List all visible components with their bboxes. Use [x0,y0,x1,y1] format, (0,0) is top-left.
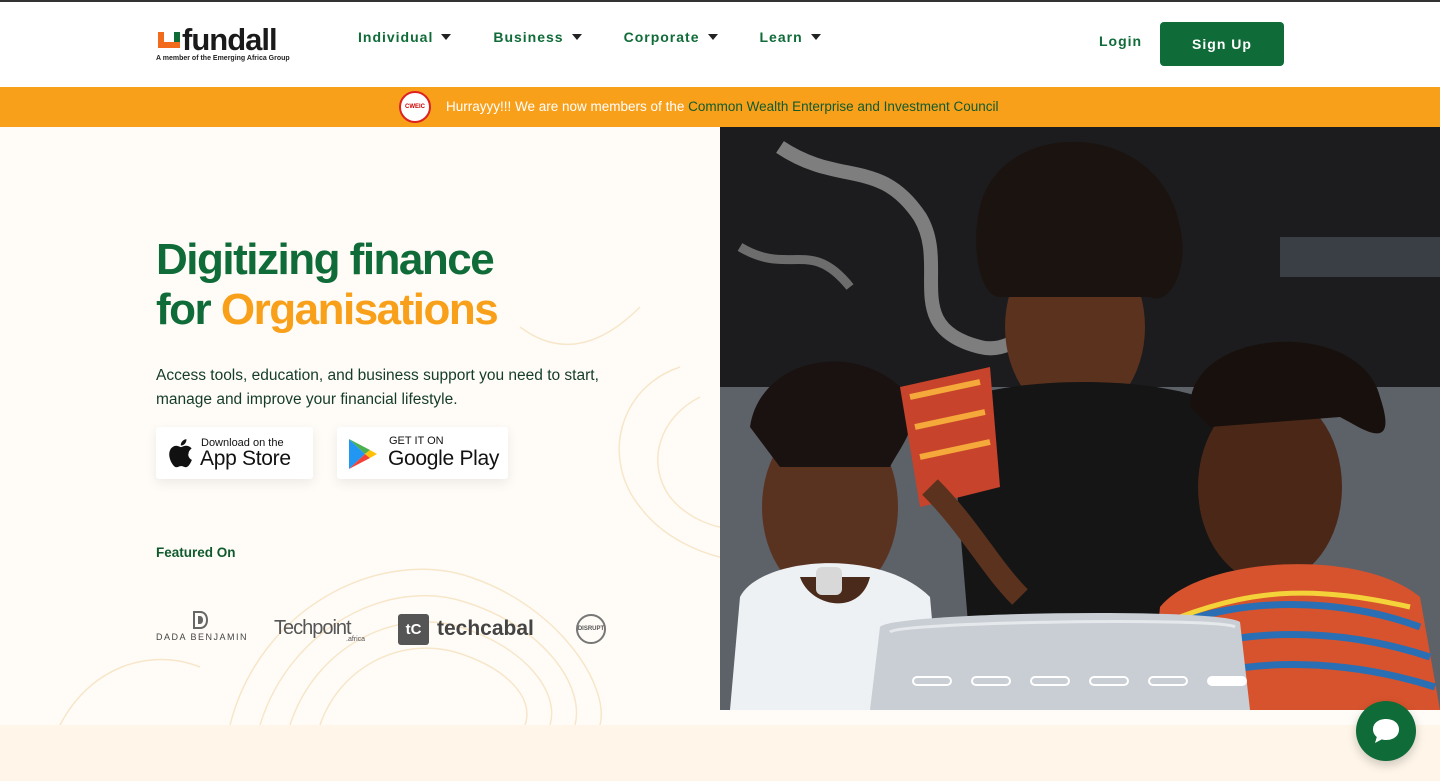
caret-down-icon [810,34,821,40]
cweic-badge-text: CWEIC [405,104,425,110]
nav-individual-label: Individual [358,29,434,45]
carousel-dot-2[interactable] [971,676,1011,686]
caret-down-icon [707,34,718,40]
hero-title-accent: Organisations [220,285,499,334]
caret-down-icon [571,34,582,40]
disrupt-icon: DISRUPT [576,614,606,644]
hero-title-for: for [156,285,221,334]
fundall-logo[interactable]: fundall A member of the Emerging Africa … [156,22,306,66]
main-nav: Individual Business Corporate Learn [358,29,863,45]
nav-learn-label: Learn [759,29,803,45]
nav-corporate[interactable]: Corporate [624,29,718,45]
carousel-dot-3[interactable] [1030,676,1070,686]
nav-corporate-label: Corporate [623,29,700,45]
site-header: fundall A member of the Emerging Africa … [0,2,1440,87]
nav-learn[interactable]: Learn [760,29,821,45]
google-play-small-text: GET IT ON [389,435,444,447]
logo-tagline: A member of the Emerging Africa Group [156,55,290,62]
caret-down-icon [441,34,452,40]
carousel-dot-1[interactable] [912,676,952,686]
disrupt-text: DISRUPT [577,626,605,632]
hero-description: Access tools, education, and business su… [156,367,599,408]
cweic-badge-icon: CWEIC [399,91,431,123]
hero-title-line1: Digitizing finance [156,235,495,284]
login-link[interactable]: Login [1099,33,1142,49]
dada-benjamin-text: DADA BENJAMIN [156,632,249,642]
app-store-button[interactable]: Download on the App Store [156,427,313,479]
chat-bubble-icon [1373,719,1399,743]
google-play-big-text: Google Play [388,447,500,470]
carousel-indicators [912,676,1266,686]
app-store-big-text: App Store [200,447,291,470]
hero-title: Digitizing finance for Organisations [156,235,499,335]
google-play-button[interactable]: GET IT ON Google Play [337,427,508,479]
banner-text: Hurrayyy!!! We are now members of the [446,99,689,114]
nav-business-label: Business [493,29,564,45]
techpoint-text: Techpoint [274,617,352,639]
next-section [0,725,1440,781]
carousel-dot-6[interactable] [1207,676,1247,686]
hero-section: Digitizing finance for Organisations Acc… [0,127,1440,725]
press-logo-techcabal[interactable]: tC techcabal [398,605,543,649]
nav-individual[interactable]: Individual [358,29,452,45]
techcabal-text: techcabal [437,617,534,640]
dada-benjamin-icon [193,611,208,629]
logo-wordmark: fundall [182,22,278,57]
press-logo-dada-benjamin[interactable]: DADA BENJAMIN [156,605,248,649]
carousel-dot-5[interactable] [1148,676,1188,686]
press-logo-disrupt[interactable]: DISRUPT [576,605,622,649]
hero-photo [720,127,1440,710]
press-logo-techpoint[interactable]: Techpoint .africa [274,605,374,649]
nav-business[interactable]: Business [493,29,582,45]
signup-button[interactable]: Sign Up [1160,22,1284,66]
banner-message: Hurrayyy!!! We are now members of the Co… [446,99,999,114]
carousel-dot-4[interactable] [1089,676,1129,686]
apple-icon [169,439,192,468]
techpoint-sub-text: .africa [346,636,366,643]
banner-link[interactable]: Common Wealth Enterprise and Investment … [688,99,998,114]
announcement-banner: CWEIC Hurrayyy!!! We are now members of … [0,87,1440,127]
chat-widget-button[interactable] [1356,701,1416,761]
fundall-u-icon [158,32,180,48]
google-play-icon [349,439,377,469]
techcabal-icon: tC [398,614,429,645]
featured-on-label: Featured On [156,545,236,560]
hero-photo-illustration [720,127,1440,710]
